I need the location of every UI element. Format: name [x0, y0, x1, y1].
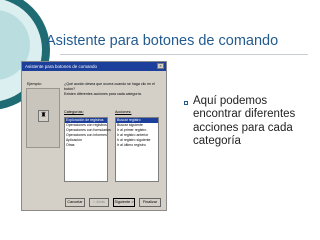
title-divider [60, 54, 308, 55]
dialog-question: ¿Qué acción desea que ocurra cuando se h… [64, 82, 155, 91]
back-button[interactable]: < Atrás [89, 198, 109, 207]
actions-list[interactable]: Buscar registro Buscar siguiente Ir al pri… [115, 117, 159, 182]
bullet-text: Aquí podemos encontrar diferentes accion… [193, 95, 296, 147]
dialog-hint: Existen diferentes acciones para cada ca… [64, 92, 142, 96]
finish-button[interactable]: Finalizar [139, 198, 161, 207]
category-list-item[interactable]: Otras [65, 143, 107, 148]
sample-button-icon: ♜ [38, 110, 49, 122]
categories-label: Categorías: [64, 110, 84, 114]
close-icon[interactable]: × [157, 63, 164, 69]
sample-label: Ejemplo: [27, 82, 42, 86]
slide-title: Asistente para botones de comando [46, 33, 279, 49]
actions-label: Acciones: [115, 110, 132, 114]
action-list-item[interactable]: Ir al último registro [116, 143, 158, 148]
sample-preview: ♜ [26, 88, 60, 148]
cancel-button[interactable]: Cancelar [65, 198, 85, 207]
wizard-dialog-screenshot: Asistente para botones de comando × Ejem… [21, 61, 167, 211]
categories-list[interactable]: Exploración de registros Operaciones con … [64, 117, 111, 182]
dialog-titlebar: Asistente para botones de comando [22, 62, 166, 71]
dialog-title: Asistente para botones de comando [25, 64, 98, 69]
bullet-square-icon [184, 101, 188, 105]
next-button[interactable]: Siguiente > [113, 198, 135, 207]
